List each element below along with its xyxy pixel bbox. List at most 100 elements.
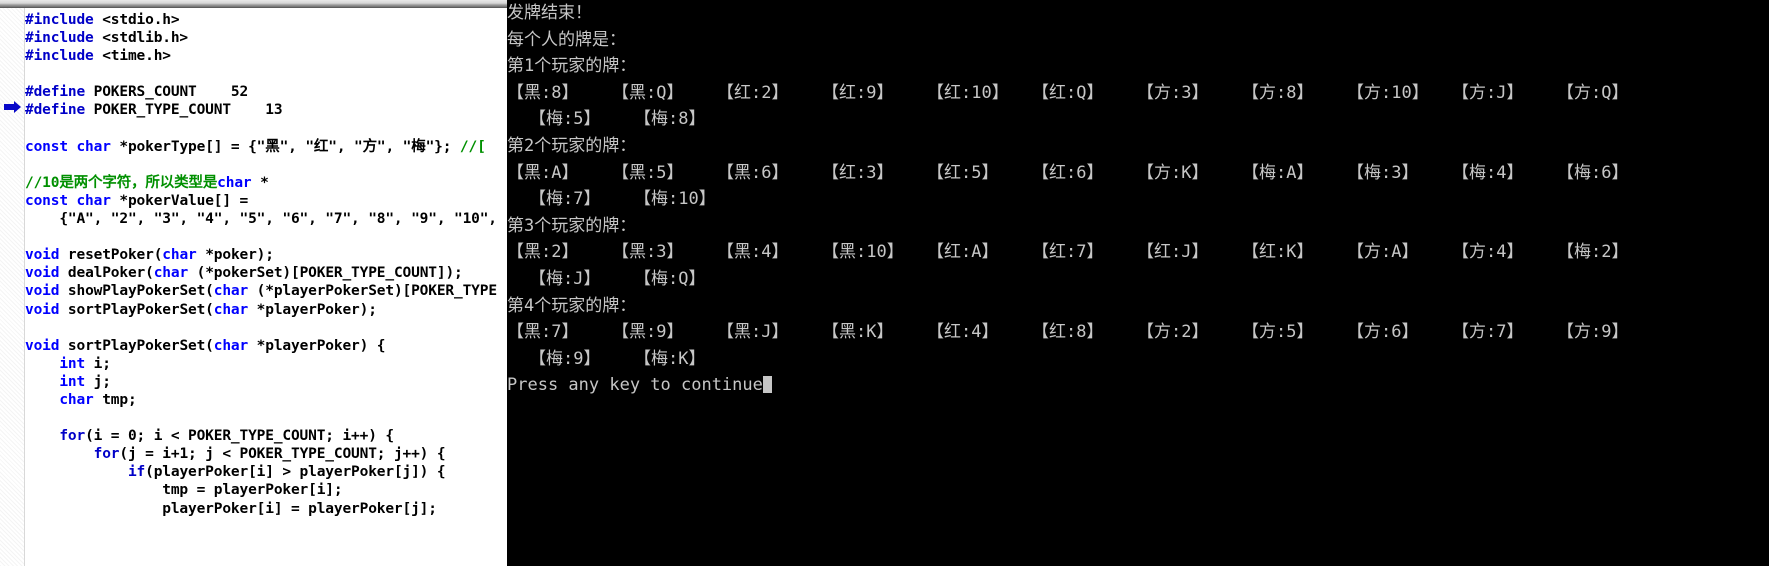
card-item: 【黑:9】 xyxy=(612,322,684,343)
card-item: 【红:6】 xyxy=(1032,162,1104,183)
code-token: <stdlib.h> xyxy=(102,30,189,47)
code-token: POKER_TYPE_COUNT 13 xyxy=(93,102,283,119)
code-token: const char xyxy=(25,192,120,209)
player-cards-row: 【黑:8】 【黑:Q】 【红:2】 【红:9】 【红:10】 【红:Q】 【方:3】 【方:8… xyxy=(507,80,1769,107)
code-token: *pokerType[] = {"黑", "红", "方", "梅"}; xyxy=(119,138,460,155)
code-line: const char *pokerType[] = {"黑", "红", "方"… xyxy=(25,138,507,156)
card-item: 【梅:3】 xyxy=(1347,162,1419,183)
card-item: 【方:Q】 xyxy=(1557,82,1629,103)
execution-arrow-icon xyxy=(4,101,22,113)
player-cards-row: 【梅:5】 【梅:8】 xyxy=(507,106,1769,133)
card-item: 【方:7】 xyxy=(1452,322,1524,343)
card-item: 【红:K】 xyxy=(1242,242,1314,263)
code-token: j; xyxy=(93,373,111,390)
code-token: *pokerValue[] = xyxy=(119,192,257,209)
code-token: char xyxy=(25,391,103,408)
code-token: (*playerPokerSet)[POKER_TYPE xyxy=(256,283,497,300)
card-item: 【红:2】 xyxy=(717,82,789,103)
code-token: if xyxy=(25,464,146,481)
card-item: 【方:6】 xyxy=(1347,322,1419,343)
code-line: char tmp; xyxy=(25,391,507,409)
code-line: #include <time.h> xyxy=(25,47,507,65)
code-token: (i = 0; i < POKER_TYPE_COUNT; i++) { xyxy=(85,428,394,445)
code-token: *poker); xyxy=(205,247,274,264)
player-title-line: 第4个玩家的牌： xyxy=(507,295,637,316)
card-item: 【方:10】 xyxy=(1347,82,1429,103)
code-token: tmp = playerPoker[i]; xyxy=(25,482,343,499)
code-token: char xyxy=(217,174,261,191)
source-code-text[interactable]: #include <stdio.h> #include <stdlib.h> #in… xyxy=(25,8,507,566)
code-token: for xyxy=(25,428,86,445)
block-cursor xyxy=(762,376,772,394)
code-line: void resetPoker(char *poker); xyxy=(25,246,507,264)
card-item: 【黑:6】 xyxy=(717,162,789,183)
card-item: 【方:8】 xyxy=(1242,82,1314,103)
card-item: 【方:K】 xyxy=(1137,162,1209,183)
card-item: 【黑:3】 xyxy=(612,242,684,263)
code-line: void showPlayPokerSet(char (*playerPoker… xyxy=(25,282,507,300)
card-item: 【梅:6】 xyxy=(1557,162,1629,183)
card-item: 【梅:Q】 xyxy=(634,268,706,289)
code-token: <time.h> xyxy=(102,48,171,65)
code-line: //10是两个字符，所以类型是char * xyxy=(25,174,507,192)
card-item: 【黑:4】 xyxy=(717,242,789,263)
code-line: for(i = 0; i < POKER_TYPE_COUNT; i++) { xyxy=(25,427,507,445)
code-line: const char *pokerValue[] = xyxy=(25,192,507,210)
code-token: *playerPoker) { xyxy=(256,337,386,354)
card-item: 【红:5】 xyxy=(927,162,999,183)
card-item: 【梅:8】 xyxy=(634,109,706,130)
code-line: for(j = i+1; j < POKER_TYPE_COUNT; j++) … xyxy=(25,445,507,463)
card-item: 【梅:A】 xyxy=(1242,162,1314,183)
code-token: char xyxy=(213,283,257,300)
card-item: 【黑:Q】 xyxy=(612,82,684,103)
card-item: 【梅:9】 xyxy=(529,348,601,369)
code-token: void xyxy=(25,337,68,354)
card-item: 【红:8】 xyxy=(1032,322,1104,343)
code-token: void xyxy=(25,247,68,264)
card-item: 【方:9】 xyxy=(1557,322,1629,343)
code-token: (j = i+1; j < POKER_TYPE_COUNT; j++) { xyxy=(119,446,446,463)
player-title-line: 第3个玩家的牌： xyxy=(507,215,637,236)
press-any-key-text: Press any key to continue xyxy=(507,375,763,396)
player-cards-row: 【黑:2】 【黑:3】 【黑:4】 【黑:10】 【红:A】 【红:7】 【红:J】 【红:K… xyxy=(507,239,1769,266)
card-item: 【黑:A】 xyxy=(507,162,579,183)
code-token: <stdio.h> xyxy=(102,12,180,28)
code-line: #include <stdio.h> xyxy=(25,11,507,29)
code-token: void xyxy=(25,301,68,318)
code-token: playerPoker[i] = playerPoker[j]; xyxy=(25,500,437,517)
code-editor-pane[interactable]: #include <stdio.h> #include <stdlib.h> #in… xyxy=(0,0,507,566)
code-token: #define xyxy=(25,102,94,119)
card-item: 【红:Q】 xyxy=(1032,82,1104,103)
editor-gutter[interactable] xyxy=(0,8,25,566)
code-line: int i; xyxy=(25,355,507,373)
card-item: 【黑:K】 xyxy=(822,322,894,343)
code-token: resetPoker( xyxy=(67,247,163,264)
console-output-window[interactable]: 发牌结束！ 每个人的牌是： 第1个玩家的牌： 【黑:8】 【黑:Q】 【红:2】 【红:9】… xyxy=(507,0,1769,566)
player-title-line: 第1个玩家的牌： xyxy=(507,56,637,77)
code-token: char xyxy=(213,337,257,354)
code-token: //[ xyxy=(459,138,486,155)
card-item: 【红:9】 xyxy=(822,82,894,103)
code-token: (*pokerSet)[POKER_TYPE_COUNT]); xyxy=(196,265,463,282)
card-item: 【梅:J】 xyxy=(529,268,601,289)
code-token: dealPoker( xyxy=(67,265,154,282)
code-token: void xyxy=(25,283,68,300)
card-item: 【红:A】 xyxy=(927,242,999,263)
card-item: 【方:3】 xyxy=(1137,82,1209,103)
code-line: {"A", "2", "3", "4", "5", "6", "7", "8",… xyxy=(25,210,507,228)
code-token: sortPlayPokerSet( xyxy=(67,301,214,318)
code-token: *playerPoker); xyxy=(256,301,377,318)
card-item: 【方:J】 xyxy=(1452,82,1524,103)
card-item: 【黑:2】 xyxy=(507,242,579,263)
editor-window-titlebar xyxy=(0,0,507,8)
code-token: * xyxy=(260,174,269,191)
code-token: char xyxy=(153,265,197,282)
code-line: int j; xyxy=(25,373,507,391)
player-cards-row: 【黑:7】 【黑:9】 【黑:J】 【黑:K】 【红:4】 【红:8】 【方:2】 【方:5】… xyxy=(507,319,1769,346)
code-token: //10是两个字符，所以类型是 xyxy=(25,174,218,191)
